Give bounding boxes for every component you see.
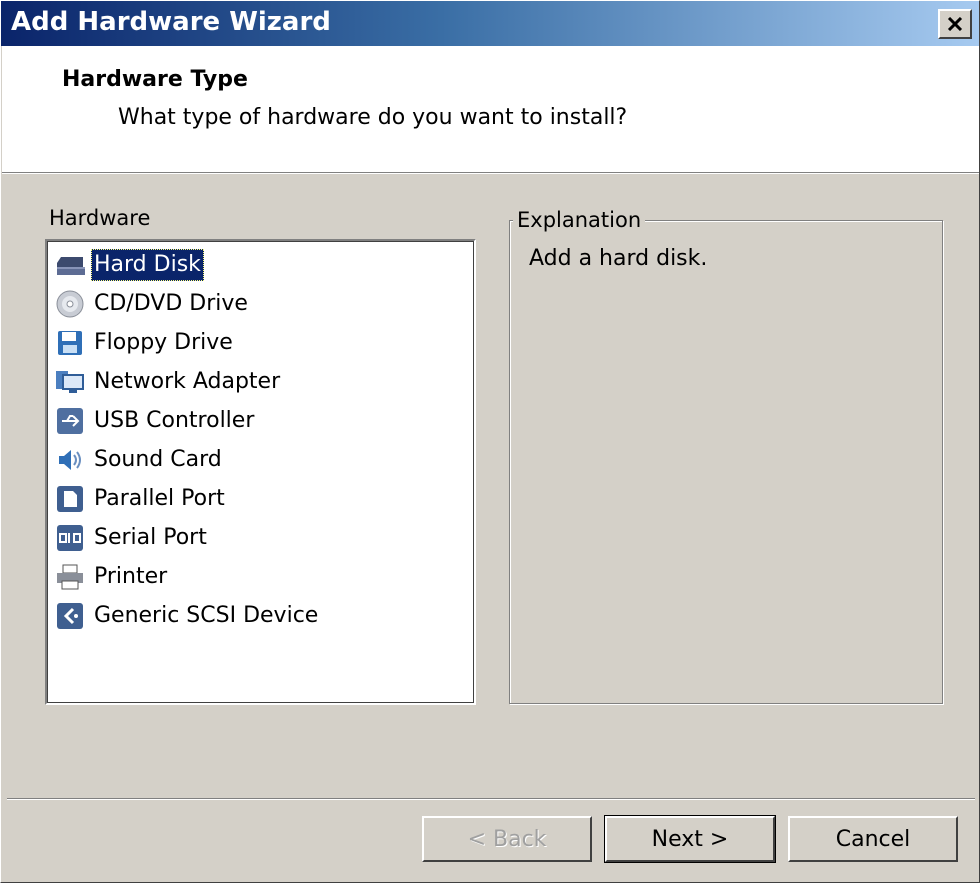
list-item-label: Printer [94,564,168,589]
list-item-label: CD/DVD Drive [94,291,248,316]
hardware-label: Hardware [49,206,151,230]
list-item-label: Serial Port [94,525,207,550]
floppy-icon [55,328,85,358]
list-item-usb-controller[interactable]: USB Controller [55,403,257,439]
cancel-button-label: Cancel [835,826,911,852]
list-item-parallel-port[interactable]: Parallel Port [55,481,228,517]
cancel-button[interactable]: Cancel [788,816,958,862]
back-button-label: < Back [467,826,547,852]
list-item-printer[interactable]: Printer [55,559,170,595]
list-item-label: USB Controller [94,408,255,433]
hardware-listbox[interactable]: Hard Disk CD/DVD Drive Floppy Drive Netw… [45,239,476,705]
hard-disk-icon [55,250,85,280]
next-button-label: Next > [651,826,729,852]
list-item-generic-scsi[interactable]: Generic SCSI Device [55,598,321,634]
sound-card-icon [55,445,85,475]
list-item-hard-disk[interactable]: Hard Disk [55,247,204,283]
window-title: Add Hardware Wizard [11,7,331,37]
list-item-label: Generic SCSI Device [94,603,319,628]
explanation-groupbox [509,220,943,704]
list-item-network-adapter[interactable]: Network Adapter [55,364,283,400]
network-adapter-icon [55,367,85,397]
page-title: Hardware Type [62,67,248,92]
next-button[interactable]: Next > [604,815,776,863]
wizard-window: Add Hardware Wizard Hardware Type What t… [0,0,980,883]
list-item-sound-card[interactable]: Sound Card [55,442,225,478]
title-bar[interactable]: Add Hardware Wizard [1,1,979,46]
cd-dvd-icon [55,289,85,319]
list-item-cd-dvd[interactable]: CD/DVD Drive [55,286,251,322]
close-button[interactable] [938,9,972,39]
footer-separator [7,798,975,800]
list-item-label: Hard Disk [91,249,204,281]
back-button[interactable]: < Back [422,816,592,862]
list-item-label: Network Adapter [94,369,281,394]
list-item-serial-port[interactable]: Serial Port [55,520,210,556]
scsi-icon [55,601,85,631]
wizard-header: Hardware Type What type of hardware do y… [2,46,979,174]
list-item-label: Sound Card [94,447,222,472]
list-item-floppy[interactable]: Floppy Drive [55,325,236,361]
page-subtitle: What type of hardware do you want to ins… [118,105,628,130]
parallel-port-icon [55,484,85,514]
usb-icon [55,406,85,436]
list-item-label: Floppy Drive [94,330,233,355]
explanation-text: Add a hard disk. [529,246,708,271]
serial-port-icon [55,523,85,553]
list-item-label: Parallel Port [94,486,225,511]
explanation-legend: Explanation [513,208,646,232]
printer-icon [55,562,85,592]
close-icon [947,17,963,31]
